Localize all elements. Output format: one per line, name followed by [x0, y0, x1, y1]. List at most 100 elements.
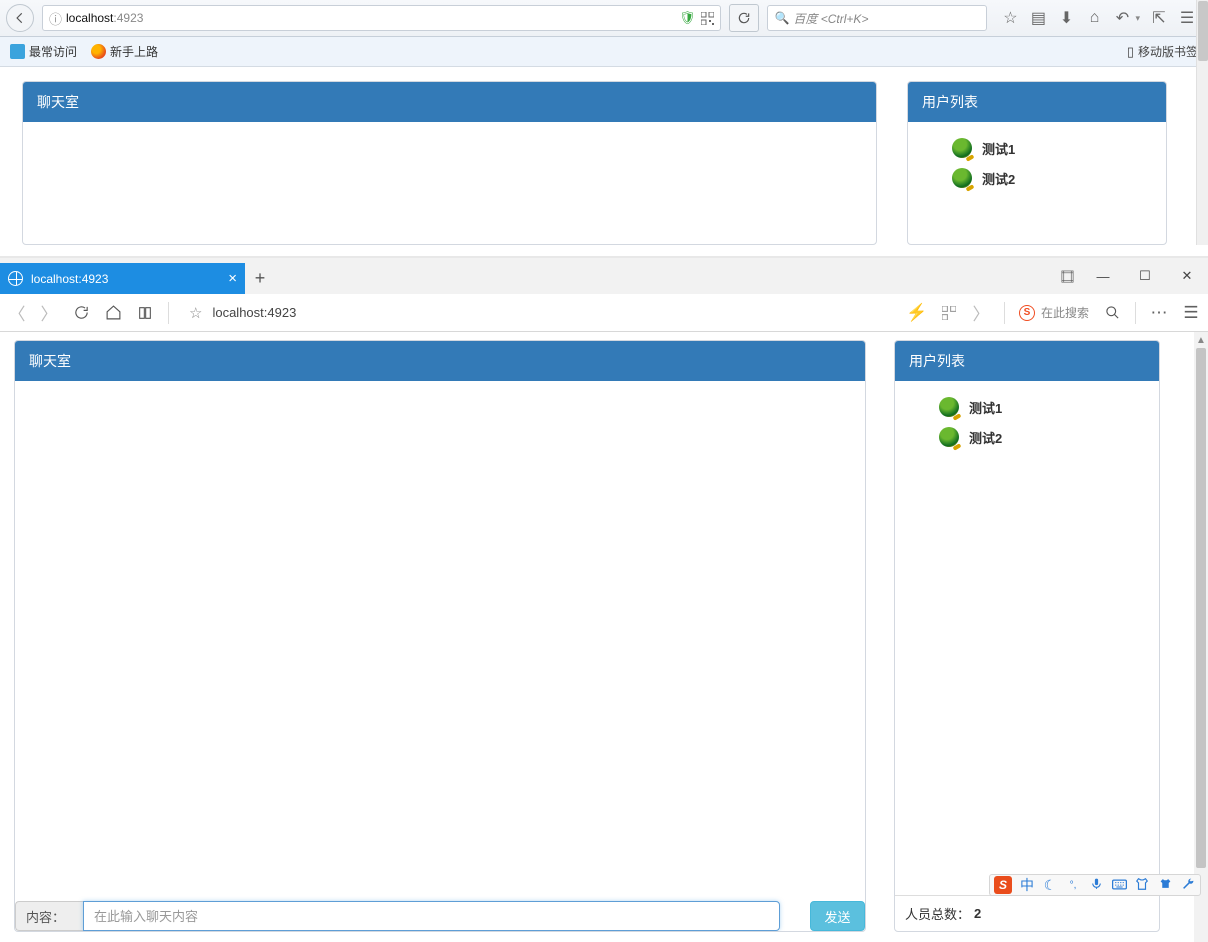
firefox-toolbar: ⓘ localhost:4923 🛡 🔍 百度 <Ctrl+K> ☆ ▤ ⬇ ⌂…	[0, 0, 1208, 37]
chat-panel: 聊天室	[22, 81, 877, 245]
back-button[interactable]	[6, 4, 34, 32]
reader-icon[interactable]	[136, 305, 154, 321]
edge-titlebar: localhost:4923 × + — ☐ ✕	[0, 258, 1208, 294]
undo-dropdown-icon[interactable]: ▾	[1135, 13, 1140, 24]
chat-panel-header: 聊天室	[23, 82, 876, 122]
search-bar[interactable]: 🔍 百度 <Ctrl+K>	[767, 5, 987, 31]
scrollbar[interactable]	[1196, 0, 1208, 245]
user-item[interactable]: 测试1	[952, 138, 1166, 158]
users-panel: 用户列表 测试1 测试2 人员总数： 2	[894, 340, 1160, 932]
user-name: 测试2	[982, 169, 1015, 188]
chat-panel: 聊天室 内容： 发送	[14, 340, 866, 932]
close-window-button[interactable]: ✕	[1166, 262, 1208, 290]
avatar-icon	[939, 427, 959, 447]
favorite-icon[interactable]: ☆	[189, 304, 202, 322]
reload-button[interactable]	[729, 4, 759, 32]
search-icon[interactable]	[1103, 305, 1121, 320]
user-name: 测试1	[982, 139, 1015, 158]
wrench-icon[interactable]	[1180, 877, 1196, 893]
undo-icon[interactable]: ↶	[1113, 9, 1131, 27]
search-icon: 🔍	[774, 11, 789, 25]
address-bar[interactable]: ⓘ localhost:4923 🛡	[42, 5, 721, 31]
pin-icon[interactable]: ⇱	[1150, 9, 1168, 27]
firefox-window: ⓘ localhost:4923 🛡 🔍 百度 <Ctrl+K> ☆ ▤ ⬇ ⌂…	[0, 0, 1208, 245]
window-controls: — ☐ ✕	[1052, 258, 1208, 294]
library-icon[interactable]: ▤	[1029, 9, 1047, 27]
avatar-icon	[939, 397, 959, 417]
chevron-right-icon[interactable]: 〉	[972, 300, 990, 325]
minimize-button[interactable]: —	[1082, 262, 1124, 290]
close-tab-icon[interactable]: ×	[228, 270, 237, 287]
ime-toolbar[interactable]: S 中 ☾ °,	[989, 874, 1201, 896]
flash-icon[interactable]: ⚡	[908, 303, 926, 323]
edge-window: localhost:4923 × + — ☐ ✕ 〈 〉 ☆ localhost…	[0, 256, 1208, 942]
reload-button[interactable]	[72, 304, 90, 321]
scrollbar-thumb[interactable]	[1198, 1, 1208, 61]
user-name: 测试1	[969, 398, 1002, 417]
qr-icon[interactable]	[701, 12, 714, 25]
edge-toolbar: 〈 〉 ☆ localhost:4923 ⚡ 〉 S 在此搜索	[0, 294, 1208, 332]
more-icon[interactable]: ⋯	[1150, 303, 1168, 323]
forward-button[interactable]: 〉	[40, 300, 58, 325]
users-panel-header: 用户列表	[895, 341, 1159, 381]
chat-panel-header: 聊天室	[15, 341, 865, 381]
users-panel: 用户列表 测试1 测试2	[907, 81, 1167, 245]
scrollbar-thumb[interactable]	[1196, 348, 1206, 868]
shirt-icon[interactable]	[1157, 877, 1173, 893]
home-button[interactable]	[104, 304, 122, 321]
user-list: 测试1 测试2	[895, 381, 1159, 457]
search-placeholder: 在此搜索	[1041, 304, 1089, 321]
url-port: :4923	[113, 11, 143, 25]
chat-input-row: 内容： 发送	[15, 901, 865, 931]
url-text: localhost:4923	[212, 305, 296, 320]
url-host: localhost	[66, 11, 113, 25]
ime-lang[interactable]: 中	[1019, 875, 1035, 895]
mobile-bookmarks[interactable]: ▯ 移动版书签	[1127, 43, 1198, 60]
send-button[interactable]: 发送	[810, 901, 865, 931]
punctuation-icon[interactable]: °,	[1065, 880, 1081, 891]
user-total: 人员总数： 2	[895, 895, 1159, 931]
firefox-icon	[91, 44, 106, 59]
keyboard-icon[interactable]	[1111, 877, 1127, 893]
extension-icon[interactable]	[1052, 262, 1082, 290]
user-list: 测试1 测试2	[908, 122, 1166, 198]
chat-input[interactable]	[83, 901, 780, 931]
chat-messages	[15, 381, 865, 889]
bookmarks-bar: 最常访问 新手上路 ▯ 移动版书签	[0, 37, 1208, 67]
page-content-2: 聊天室 内容： 发送 用户列表 测试1 测试2 人员总数：	[0, 332, 1194, 942]
skin-icon[interactable]	[1134, 877, 1150, 894]
scrollbar[interactable]: ▲	[1194, 332, 1208, 942]
new-tab-button[interactable]: +	[245, 263, 275, 294]
total-label: 人员总数：	[905, 904, 970, 923]
page-content-1: 聊天室 用户列表 测试1 测试2	[0, 67, 1200, 245]
user-item[interactable]: 测试2	[939, 427, 1159, 447]
sogou-icon: S	[1019, 305, 1035, 321]
avatar-icon	[952, 168, 972, 188]
moon-icon[interactable]: ☾	[1042, 877, 1058, 894]
user-item[interactable]: 测试1	[939, 397, 1159, 417]
sogou-ime-icon[interactable]: S	[994, 876, 1012, 894]
menu-icon[interactable]: ☰	[1182, 303, 1200, 323]
bookmark-star-icon[interactable]: ☆	[1001, 9, 1019, 27]
bookmark-most-visited[interactable]: 最常访问	[10, 43, 77, 60]
download-icon[interactable]: ⬇	[1057, 9, 1075, 27]
bookmark-getting-started[interactable]: 新手上路	[91, 43, 158, 60]
tab-title: localhost:4923	[31, 272, 108, 286]
scroll-up-icon[interactable]: ▲	[1194, 332, 1208, 348]
browser-tab[interactable]: localhost:4923 ×	[0, 263, 245, 294]
address-bar[interactable]: ☆ localhost:4923	[189, 304, 296, 322]
shield-icon[interactable]: 🛡	[679, 10, 696, 26]
globe-icon	[8, 271, 23, 286]
maximize-button[interactable]: ☐	[1124, 262, 1166, 290]
qr-icon[interactable]	[940, 306, 958, 320]
back-button[interactable]: 〈	[8, 300, 26, 325]
mic-icon[interactable]	[1088, 877, 1104, 893]
user-item[interactable]: 测试2	[952, 168, 1166, 188]
search-placeholder: 百度 <Ctrl+K>	[793, 10, 868, 27]
search-box[interactable]: S 在此搜索	[1019, 304, 1089, 321]
home-icon[interactable]: ⌂	[1085, 9, 1103, 27]
users-panel-header: 用户列表	[908, 82, 1166, 122]
globe-icon: ⓘ	[49, 9, 62, 28]
menu-icon[interactable]: ☰	[1178, 9, 1196, 27]
content-label: 内容：	[15, 901, 83, 931]
